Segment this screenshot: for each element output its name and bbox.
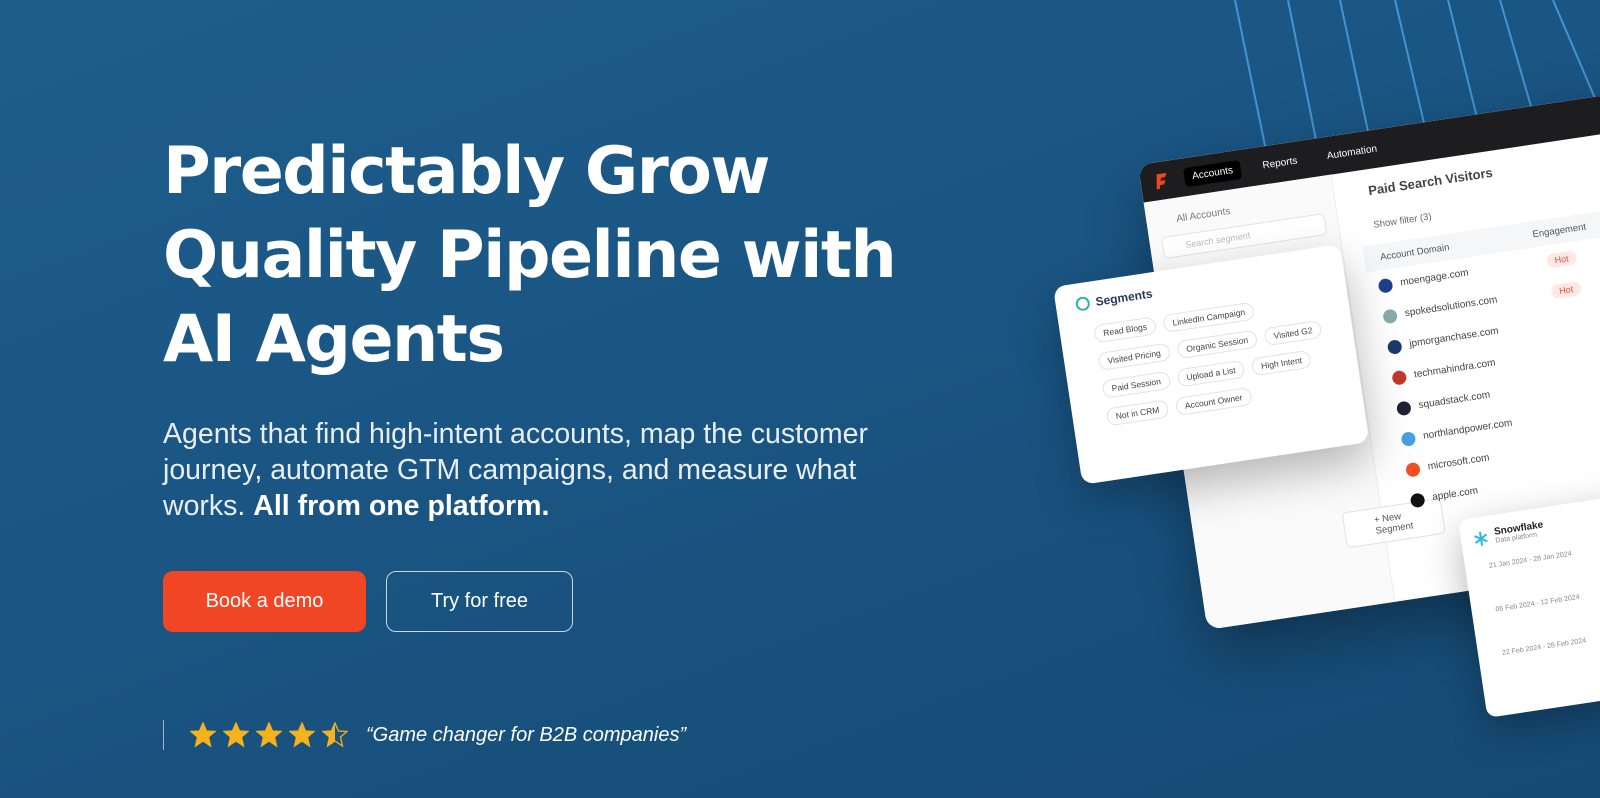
star-full-icon: [289, 722, 315, 748]
account-domain: apple.com: [1431, 485, 1479, 504]
account-domain: northlandpower.com: [1422, 417, 1514, 442]
hero: Predictably Grow Quality Pipeline with A…: [163, 130, 923, 524]
star-full-icon: [256, 722, 282, 748]
account-domain: squadstack.com: [1417, 389, 1491, 412]
segment-chip[interactable]: Visited G2: [1263, 319, 1323, 347]
account-domain: jpmorganchase.com: [1408, 325, 1500, 350]
account-timeline-card: Snowflake Data platform 21 Jan 2024 - 28…: [1458, 490, 1600, 718]
snowflake-icon: [1474, 531, 1488, 546]
try-free-button[interactable]: Try for free: [386, 571, 573, 632]
star-full-icon: [190, 722, 216, 748]
account-domain: microsoft.com: [1427, 452, 1491, 473]
account-domain: moengage.com: [1399, 267, 1470, 289]
segment-chip[interactable]: Read Blogs: [1093, 316, 1158, 344]
company-logo-icon: [1400, 430, 1417, 447]
segment-chip[interactable]: Visited Pricing: [1097, 342, 1171, 371]
segment-chip[interactable]: Account Owner: [1174, 386, 1253, 417]
timeline-date: 06 Feb 2024 - 12 Feb 2024: [1495, 593, 1581, 614]
review: “Game changer for B2B companies”: [163, 720, 686, 750]
nav-reports[interactable]: Reports: [1253, 150, 1306, 176]
engagement-badge: Hot: [1550, 280, 1583, 299]
headline-line-1: Predictably Grow: [163, 134, 770, 209]
segments-card: Segments Read Blogs LinkedIn Campaign Visi…: [1053, 244, 1370, 485]
company-logo-icon: [1391, 369, 1408, 386]
review-quote: “Game changer for B2B companies”: [366, 723, 687, 746]
account-domain: techmahindra.com: [1413, 357, 1497, 381]
subheadline: Agents that find high-intent accounts, m…: [163, 416, 883, 524]
cta-row: Book a demo Try for free: [163, 571, 573, 632]
subhead-emphasis: All from one platform.: [253, 490, 550, 522]
company-logo-icon: [1395, 399, 1412, 416]
nav-automation[interactable]: Automation: [1318, 138, 1387, 167]
company-logo-icon: [1405, 461, 1421, 478]
star-half-icon: [322, 722, 348, 748]
headline-line-3: AI Agents: [163, 302, 505, 377]
segments-icon: [1075, 296, 1090, 311]
page-title: Predictably Grow Quality Pipeline with A…: [163, 130, 923, 382]
company-logo-icon: [1382, 307, 1399, 324]
logo-icon: [1156, 172, 1167, 190]
company-logo-icon: [1409, 491, 1426, 508]
star-full-icon: [223, 722, 249, 748]
column-engagement[interactable]: Engagement: [1532, 221, 1587, 240]
engagement-badge: Hot: [1545, 249, 1578, 269]
nav-accounts[interactable]: Accounts: [1182, 159, 1243, 187]
segment-chips: Read Blogs LinkedIn Campaign Visited Prici…: [1093, 291, 1336, 427]
segment-chip[interactable]: Upload a List: [1176, 359, 1246, 388]
segment-chip[interactable]: Organic Session: [1176, 329, 1259, 360]
company-logo-icon: [1377, 277, 1394, 294]
star-rating: [190, 722, 348, 748]
segment-chip[interactable]: Not in CRM: [1105, 399, 1170, 427]
account-domain: spokedsolutions.com: [1404, 294, 1499, 320]
review-divider: [163, 720, 164, 750]
company-logo-icon: [1386, 338, 1403, 355]
book-demo-button[interactable]: Book a demo: [163, 571, 366, 632]
segment-chip[interactable]: High Intent: [1250, 349, 1313, 377]
headline-line-2: Quality Pipeline with: [163, 218, 897, 293]
segment-chip[interactable]: LinkedIn Campaign: [1162, 301, 1256, 333]
segment-chip[interactable]: Paid Session: [1101, 370, 1171, 399]
timeline-date: 22 Feb 2024 - 28 Feb 2024: [1501, 637, 1587, 657]
